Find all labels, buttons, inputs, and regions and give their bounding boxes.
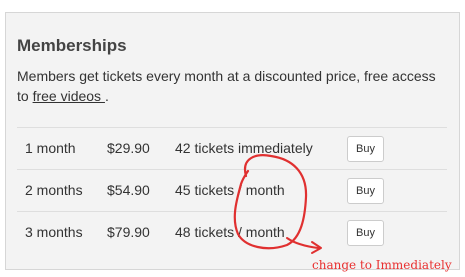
plan-price: $29.90 — [107, 140, 150, 156]
free-videos-link[interactable]: free videos — [33, 88, 105, 104]
table-row: 1 month $29.90 42 tickets immediately Bu… — [17, 128, 447, 170]
annotation-note: change to Immediately — [312, 258, 452, 272]
buy-button[interactable]: Buy — [347, 178, 384, 204]
plans-table: 1 month $29.90 42 tickets immediately Bu… — [17, 127, 447, 253]
plan-tickets: 42 tickets immediately — [175, 140, 313, 156]
plan-period: 2 months — [25, 182, 83, 198]
plan-period: 1 month — [25, 140, 76, 156]
plan-price: $54.90 — [107, 182, 150, 198]
plan-tickets: 45 tickets / month — [175, 182, 285, 198]
memberships-panel: Memberships Members get tickets every mo… — [5, 12, 460, 270]
table-row: 3 months $79.90 48 tickets / month Buy — [17, 212, 447, 253]
plan-period: 3 months — [25, 224, 83, 240]
memberships-description: Members get tickets every month at a dis… — [17, 66, 442, 106]
buy-button[interactable]: Buy — [347, 136, 384, 162]
description-end: . — [104, 88, 109, 104]
plan-price: $79.90 — [107, 224, 150, 240]
plan-tickets: 48 tickets / month — [175, 224, 285, 240]
panel-title: Memberships — [17, 36, 127, 55]
buy-button[interactable]: Buy — [347, 220, 384, 246]
table-row: 2 months $54.90 45 tickets / month Buy — [17, 170, 447, 212]
